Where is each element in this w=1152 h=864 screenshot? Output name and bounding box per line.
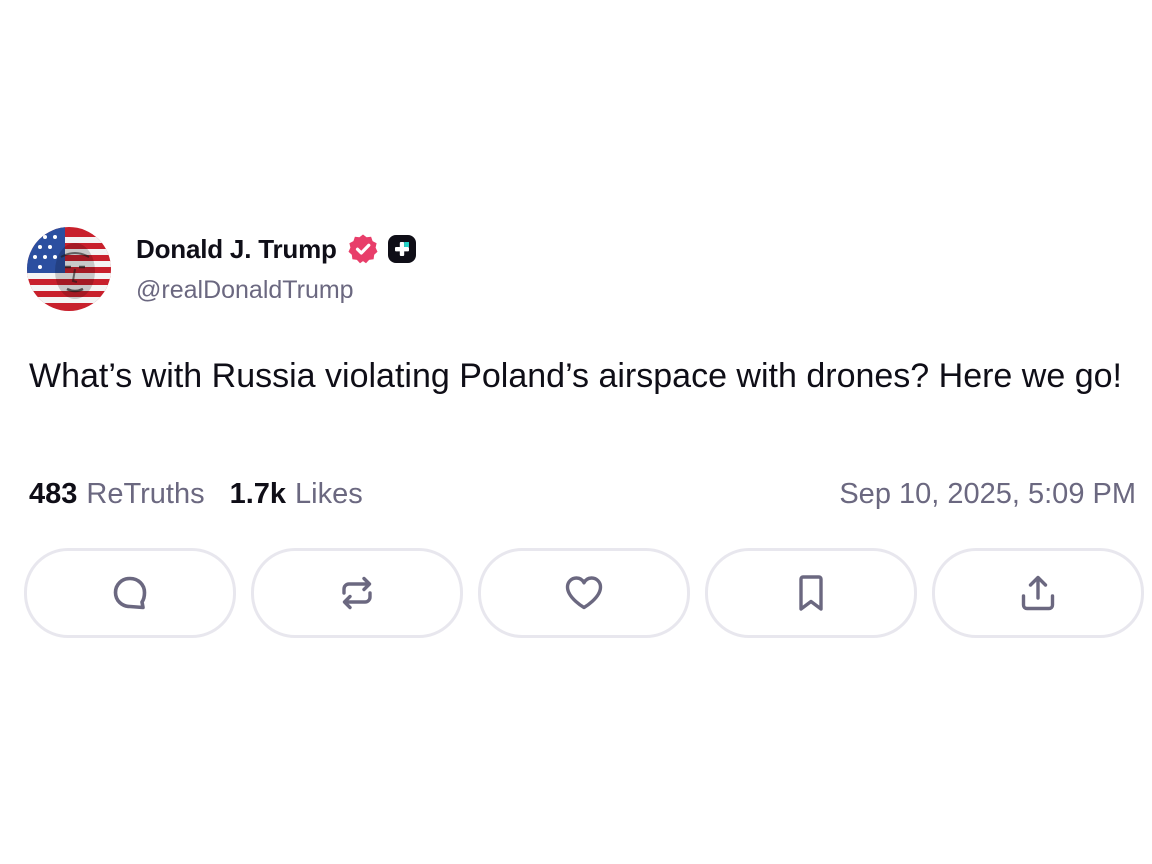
- retruths-stat[interactable]: 483 ReTruths: [29, 478, 205, 511]
- share-button[interactable]: [932, 548, 1144, 638]
- author-avatar[interactable]: [27, 227, 111, 311]
- plus-badge-icon: [387, 234, 417, 264]
- truth-post-card: Donald J. Trump @realDonaldTrump What’s …: [0, 0, 1152, 864]
- bookmark-button[interactable]: [705, 548, 917, 638]
- share-upload-icon: [1018, 573, 1058, 613]
- reply-button[interactable]: [24, 548, 236, 638]
- like-button[interactable]: [478, 548, 690, 638]
- likes-label: Likes: [295, 478, 363, 510]
- likes-count: 1.7k: [229, 478, 287, 510]
- comment-bubble-icon: [110, 573, 150, 613]
- author-handle[interactable]: @realDonaldTrump: [136, 276, 354, 305]
- post-timestamp[interactable]: Sep 10, 2025, 5:09 PM: [839, 478, 1136, 511]
- verified-badge-icon: [347, 233, 379, 265]
- repost-arrows-icon: [337, 573, 377, 613]
- likes-stat[interactable]: 1.7k Likes: [230, 478, 363, 511]
- flag-face-avatar-image: [27, 227, 111, 311]
- author-name-row: Donald J. Trump: [136, 232, 417, 266]
- author-display-name[interactable]: Donald J. Trump: [136, 234, 337, 265]
- retruth-button[interactable]: [251, 548, 463, 638]
- post-text: What’s with Russia violating Poland’s ai…: [29, 357, 1122, 395]
- heart-icon: [563, 573, 605, 613]
- bookmark-icon: [793, 573, 829, 613]
- retruths-count: 483: [29, 478, 78, 510]
- retruths-label: ReTruths: [86, 478, 205, 510]
- post-stats: 483 ReTruths 1.7k Likes: [29, 478, 363, 511]
- post-action-bar: [24, 548, 1144, 638]
